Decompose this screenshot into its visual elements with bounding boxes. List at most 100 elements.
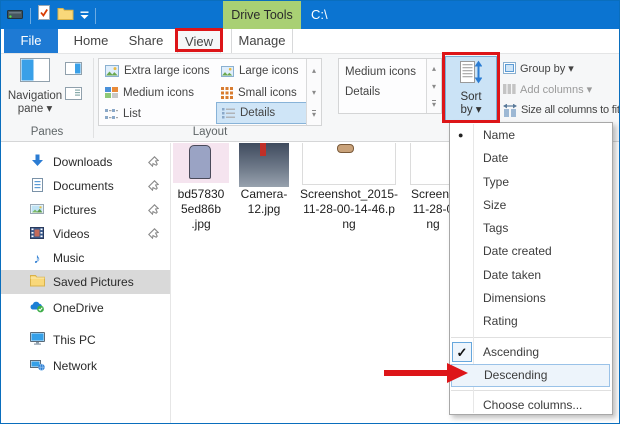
gallery-scroll-up-icon[interactable]: ▴ (432, 64, 436, 73)
layout-details-selected[interactable]: Details (216, 102, 307, 124)
navigation-pane-icon (20, 69, 50, 86)
layout-extra-large-icons[interactable]: Extra large icons (100, 60, 216, 82)
layout2-details[interactable]: Details (340, 81, 426, 103)
gallery-more-icon[interactable]: ▾ (432, 100, 436, 108)
layout-gallery: Extra large icons Large icons Medium ico… (98, 58, 322, 126)
gallery-more-icon[interactable]: ▾ (312, 110, 316, 118)
menu-item-choose-columns[interactable]: Choose columns... (450, 394, 612, 417)
sidebar-item-pictures[interactable]: Pictures (1, 198, 170, 222)
drive-tools-contextual-tab[interactable]: Drive Tools (223, 1, 301, 29)
checkmark-icon: ✓ (452, 342, 472, 362)
preview-pane-button[interactable] (65, 62, 87, 79)
tab-manage[interactable]: Manage (231, 29, 293, 53)
gallery-scroll-strip[interactable]: ▴ ▾ ▾ (306, 59, 321, 125)
pictures-icon (29, 203, 45, 218)
menu-item-rating[interactable]: Rating (450, 310, 612, 333)
menu-item-descending[interactable]: Descending (451, 364, 610, 387)
customize-qat-icon[interactable] (80, 7, 89, 25)
file-thumbnail[interactable] (239, 143, 289, 187)
menu-item-name[interactable]: ●Name (450, 124, 612, 147)
preview-pane-icon (65, 62, 82, 75)
file-thumbnail[interactable] (173, 143, 229, 183)
sidebar-item-onedrive[interactable]: OneDrive (1, 296, 170, 320)
sidebar-item-this-pc[interactable]: This PC (1, 328, 170, 352)
sort-by-menu: ●Name Date Type Size Tags Date created D… (449, 122, 613, 415)
add-columns-icon (503, 83, 516, 95)
network-icon (29, 358, 45, 374)
size-columns-button[interactable]: Size all columns to fit (503, 101, 620, 119)
documents-icon (29, 178, 45, 195)
pin-icon (148, 228, 159, 242)
menu-item-date-taken[interactable]: Date taken (450, 264, 612, 287)
folder-icon (29, 274, 45, 290)
thumbnail-art (189, 145, 211, 179)
properties-icon[interactable] (37, 5, 51, 26)
music-icon: ♪ (29, 250, 45, 266)
onedrive-icon (29, 300, 45, 316)
layout-list[interactable]: List (100, 103, 216, 125)
explorer-window: Drive Tools C:\ File Home Share View Man… (0, 0, 620, 424)
qat-separator (95, 8, 96, 24)
tab-share[interactable]: Share (119, 29, 173, 53)
gallery-scroll-down-icon[interactable]: ▾ (432, 82, 436, 91)
qat-separator (30, 8, 31, 24)
gallery-scroll-down-icon[interactable]: ▾ (312, 88, 316, 97)
details-pane-icon (65, 87, 82, 100)
window-title: C:\ (311, 1, 328, 29)
this-pc-icon (29, 332, 45, 348)
quick-access-toolbar (7, 5, 96, 26)
file-thumbnail[interactable] (302, 143, 396, 185)
menu-item-date[interactable]: Date (450, 147, 612, 170)
group-separator (93, 58, 94, 138)
ribbon-tab-row: File Home Share View Manage (1, 29, 619, 53)
pin-icon (148, 180, 159, 194)
layout-small-icons[interactable]: Small icons (216, 82, 306, 104)
content-area: Downloads Documents Pictures Videos ♪ Mu… (1, 143, 619, 424)
gallery-scroll-strip[interactable]: ▴ ▾ ▾ (426, 59, 441, 113)
group-by-button[interactable]: Group by ▾ (503, 59, 574, 77)
sidebar-item-downloads[interactable]: Downloads (1, 150, 170, 174)
list-icon (105, 108, 118, 120)
tab-home[interactable]: Home (63, 29, 119, 53)
layout-group-label: Layout (98, 126, 322, 138)
sort-by-label: Sort by ▾ (446, 91, 496, 117)
sidebar-item-documents[interactable]: Documents (1, 174, 170, 198)
menu-item-type[interactable]: Type (450, 171, 612, 194)
menu-item-tags[interactable]: Tags (450, 217, 612, 240)
sidebar-item-saved-pictures[interactable]: Saved Pictures (1, 270, 170, 294)
file-name[interactable]: Camera-12.jpg (235, 187, 293, 217)
new-folder-icon[interactable] (57, 6, 74, 26)
menu-item-ascending[interactable]: ✓Ascending (450, 341, 612, 364)
file-name[interactable]: bd578305ed86b.jpg (171, 187, 231, 232)
drive-icon[interactable] (7, 7, 24, 25)
file-name[interactable]: Screenshot_2015-11-28-00-14-46.png (298, 187, 400, 232)
menu-item-dimensions[interactable]: Dimensions (450, 287, 612, 310)
navigation-pane-button[interactable]: Navigation pane ▾ (7, 58, 63, 124)
sidebar-item-music[interactable]: ♪ Music (1, 246, 170, 270)
menu-item-date-created[interactable]: Date created (450, 240, 612, 263)
thumbnail-art (337, 144, 354, 153)
menu-item-size[interactable]: Size (450, 194, 612, 217)
sidebar-item-network[interactable]: Network (1, 354, 170, 378)
tab-file[interactable]: File (4, 29, 58, 53)
pin-icon (148, 156, 159, 170)
details-pane-button[interactable] (65, 87, 87, 104)
small-icons-icon (221, 87, 233, 99)
sort-by-button[interactable]: Sort by ▾ (445, 56, 497, 123)
add-columns-button: Add columns ▾ (503, 80, 592, 98)
sidebar-item-videos[interactable]: Videos (1, 222, 170, 246)
gallery-scroll-up-icon[interactable]: ▴ (312, 66, 316, 75)
radio-bullet-icon: ● (458, 124, 463, 147)
menu-separator (451, 390, 611, 391)
layout2-medium-icons[interactable]: Medium icons (340, 61, 426, 83)
tab-view[interactable]: View (177, 29, 221, 53)
title-bar: Drive Tools C:\ (1, 1, 619, 29)
large-icons-icon (221, 66, 234, 77)
layout-medium-icons[interactable]: Medium icons (100, 82, 216, 104)
layout-gallery-overflow: Medium icons Details ▴ ▾ ▾ (338, 58, 442, 114)
navigation-pane: Downloads Documents Pictures Videos ♪ Mu… (1, 143, 171, 424)
extra-large-icons-icon (105, 65, 119, 77)
medium-icons-icon (105, 87, 118, 99)
size-columns-icon (503, 104, 517, 117)
layout-large-icons[interactable]: Large icons (216, 60, 306, 82)
